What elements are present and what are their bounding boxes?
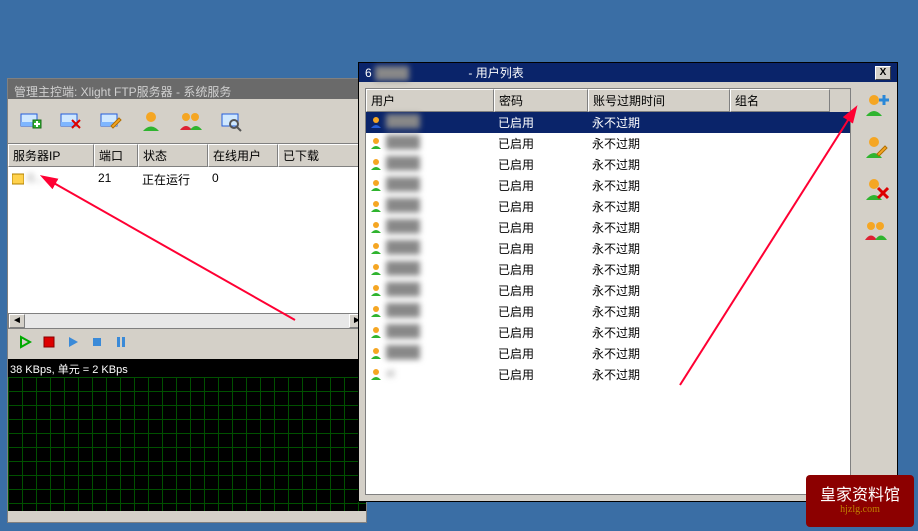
user-title-text: 6 ████ - 用户列表 <box>365 64 524 81</box>
edit-user-icon[interactable] <box>863 134 889 160</box>
scroll-left-icon[interactable]: ◄ <box>9 314 25 328</box>
add-user-icon[interactable] <box>863 92 889 118</box>
delete-user-icon[interactable] <box>863 176 889 202</box>
server-status: 正在运行 <box>138 169 208 190</box>
server-list-body[interactable]: 0... 21 正在运行 0 <box>8 167 366 313</box>
main-title-text: 管理主控端: Xlight FTP服务器 - 系统服务 <box>14 85 231 99</box>
user-row[interactable]: ████已启用永不过期 <box>366 112 850 133</box>
add-server-icon[interactable] <box>18 109 44 133</box>
user-row[interactable]: ████已启用永不过期 <box>366 133 850 154</box>
start-icon[interactable] <box>18 335 32 349</box>
col-status[interactable]: 状态 <box>138 144 208 167</box>
user-row[interactable]: ████已启用永不过期 <box>366 259 850 280</box>
user-row[interactable]: ████已启用永不过期 <box>366 280 850 301</box>
watermark-url: hjzlg.com <box>840 504 880 515</box>
pause-icon[interactable] <box>114 335 128 349</box>
chart-label: 38 KBps, 单元 = 2 KBps <box>10 361 128 377</box>
col-password[interactable]: 密码 <box>494 89 588 112</box>
main-toolbar <box>8 99 366 143</box>
skip-icon[interactable] <box>90 335 104 349</box>
server-online: 0 <box>208 169 278 190</box>
stop-icon[interactable] <box>42 335 56 349</box>
watermark-text: 皇家资料馆 <box>820 487 900 505</box>
server-row[interactable]: 0... 21 正在运行 0 <box>8 167 366 192</box>
watermark: 皇家资料馆 hjzlg.com <box>806 475 914 527</box>
col-port[interactable]: 端口 <box>94 144 138 167</box>
server-list-header: 服务器IP 端口 状态 在线用户 已下载 <box>8 143 366 167</box>
col-expiry[interactable]: 账号过期时间 <box>588 89 730 112</box>
user-list-window: 6 ████ - 用户列表 X 用户 密码 账号过期时间 组名 ████已启用永… <box>358 62 898 502</box>
user-row[interactable]: ████已启用永不过期 <box>366 238 850 259</box>
close-icon[interactable]: X <box>875 66 891 80</box>
server-port: 21 <box>94 169 138 190</box>
play-icon[interactable] <box>66 335 80 349</box>
user-row[interactable]: ████已启用永不过期 <box>366 322 850 343</box>
user-row[interactable]: ████已启用永不过期 <box>366 343 850 364</box>
h-scrollbar[interactable]: ◄ ► <box>8 313 366 329</box>
user-row[interactable]: ████已启用永不过期 <box>366 301 850 322</box>
user-row[interactable]: xi已启用永不过期 <box>366 364 850 385</box>
col-server-ip[interactable]: 服务器IP <box>8 144 94 167</box>
main-title-bar[interactable]: 管理主控端: Xlight FTP服务器 - 系统服务 <box>8 79 366 99</box>
col-online[interactable]: 在线用户 <box>208 144 278 167</box>
user-title-bar[interactable]: 6 ████ - 用户列表 X <box>359 63 897 82</box>
col-downloaded[interactable]: 已下载 <box>278 144 366 167</box>
user-row[interactable]: ████已启用永不过期 <box>366 196 850 217</box>
user-icon[interactable] <box>138 109 164 133</box>
search-icon[interactable] <box>218 109 244 133</box>
edit-server-icon[interactable] <box>98 109 124 133</box>
user-table-header: 用户 密码 账号过期时间 组名 <box>366 89 850 112</box>
user-row[interactable]: ████已启用永不过期 <box>366 154 850 175</box>
admin-main-window: 管理主控端: Xlight FTP服务器 - 系统服务 服务器IP 端口 状态 … <box>7 78 367 523</box>
col-user[interactable]: 用户 <box>366 89 494 112</box>
chart-grid <box>8 377 366 511</box>
scroll-track[interactable] <box>25 314 349 328</box>
user-sidebar <box>855 82 897 501</box>
user-groups-icon[interactable] <box>863 218 889 244</box>
users-icon[interactable] <box>178 109 204 133</box>
playback-controls <box>8 329 366 355</box>
user-row[interactable]: ████已启用永不过期 <box>366 175 850 196</box>
server-ip-masked: 0... <box>27 171 44 185</box>
col-group[interactable]: 组名 <box>730 89 830 112</box>
user-table: 用户 密码 账号过期时间 组名 ████已启用永不过期████已启用永不过期██… <box>365 88 851 495</box>
bandwidth-chart: 38 KBps, 单元 = 2 KBps <box>8 359 366 511</box>
server-downloaded <box>278 169 366 190</box>
remove-server-icon[interactable] <box>58 109 84 133</box>
user-row[interactable]: ████已启用永不过期 <box>366 217 850 238</box>
